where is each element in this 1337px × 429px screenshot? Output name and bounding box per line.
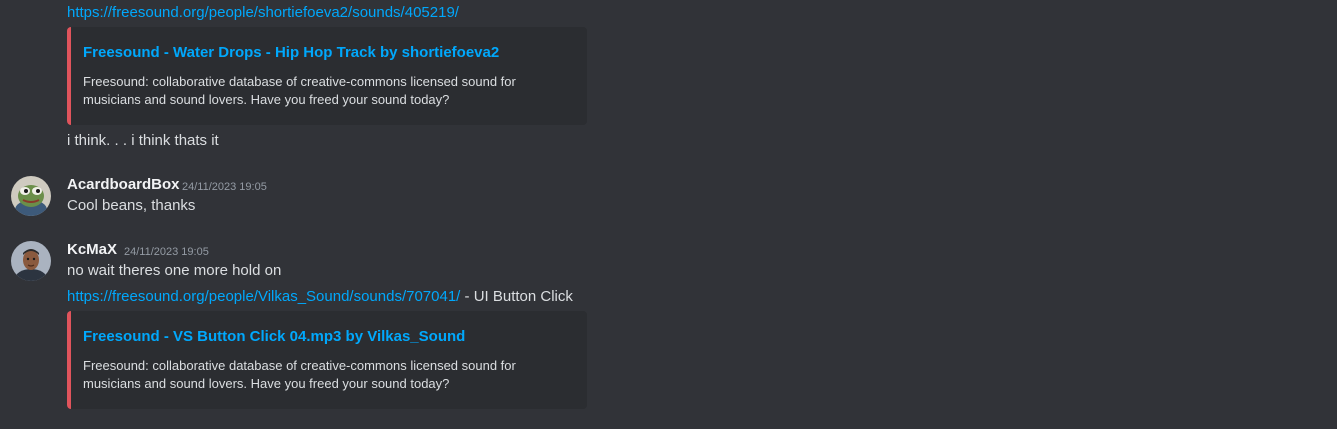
message-content: https://freesound.org/people/Vilkas_Soun… [67, 287, 573, 307]
link-caption: - UI Button Click [460, 288, 573, 305]
message-timestamp: 24/11/2023 19:05 [182, 181, 267, 193]
freesound-link[interactable]: https://freesound.org/people/Vilkas_Soun… [67, 288, 460, 305]
person-avatar-icon [11, 241, 51, 281]
embed-description: Freesound: collaborative database of cre… [83, 358, 516, 391]
link-embed: Freesound - VS Button Click 04.mp3 by Vi… [67, 311, 587, 409]
message-content: i think. . . i think thats it [67, 132, 219, 149]
embed-title-link[interactable]: Freesound - Water Drops - Hip Hop Track … [83, 43, 499, 63]
embed-description: Freesound: collaborative database of cre… [83, 74, 516, 107]
user-avatar[interactable] [11, 176, 51, 216]
embed-title-link[interactable]: Freesound - VS Button Click 04.mp3 by Vi… [83, 327, 465, 347]
chat-messages: https://freesound.org/people/shortiefoev… [0, 0, 1337, 429]
freesound-link[interactable]: https://freesound.org/people/shortiefoev… [67, 4, 459, 21]
username[interactable]: AcardboardBox [67, 175, 180, 195]
message-content: no wait theres one more hold on [67, 262, 282, 279]
message-timestamp: 24/11/2023 19:05 [124, 246, 209, 258]
frog-avatar-icon [11, 176, 51, 216]
link-embed: Freesound - Water Drops - Hip Hop Track … [67, 27, 587, 125]
message-content: https://freesound.org/people/shortiefoev… [67, 3, 459, 23]
username[interactable]: KcMaX [67, 240, 117, 260]
user-avatar[interactable] [11, 241, 51, 281]
message-content: Cool beans, thanks [67, 197, 196, 214]
